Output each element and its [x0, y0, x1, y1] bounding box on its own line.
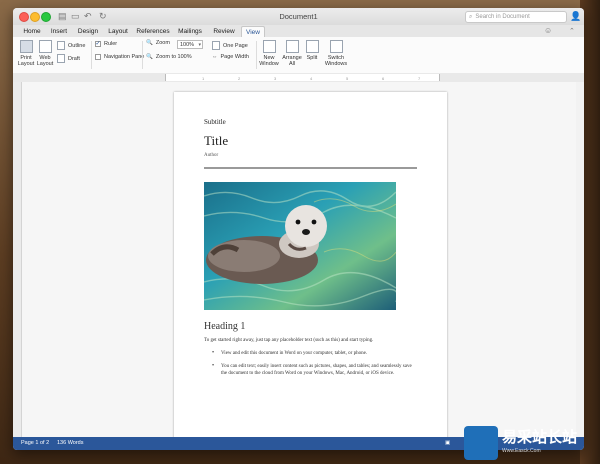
tab-mailings[interactable]: Mailings	[175, 26, 205, 37]
ribbon-separator	[256, 41, 257, 69]
document-canvas[interactable]: Subtitle Title Author Heading 1 To get s…	[22, 82, 576, 450]
share-user-icon[interactable]: 👤	[570, 11, 581, 22]
arrange-all-icon	[285, 40, 299, 53]
page-width-button[interactable]: ⇔ Page Width	[212, 54, 249, 60]
zoom-100-icon: 🔍	[146, 54, 153, 60]
chevron-down-icon: ▾	[198, 42, 201, 48]
document-page[interactable]: Subtitle Title Author Heading 1 To get s…	[174, 92, 447, 450]
ribbon-separator	[142, 41, 143, 69]
watermark-logo: 易采站长站 Www.Easck.Com	[464, 422, 600, 464]
title-divider	[204, 167, 417, 169]
watermark-url: Www.Easck.Com	[502, 448, 541, 454]
doc-bullet-list: View and edit this document in Word on y…	[212, 350, 417, 383]
ruler-tick: 7	[418, 76, 421, 81]
ruler-tick: 3	[274, 76, 277, 81]
print-layout-icon	[19, 40, 33, 53]
search-placeholder: Search in Document	[475, 14, 530, 20]
draft-icon	[57, 54, 65, 63]
tab-layout[interactable]: Layout	[106, 26, 130, 37]
doc-subtitle[interactable]: Subtitle	[204, 118, 226, 126]
word-count[interactable]: 136 Words	[57, 440, 84, 446]
one-page-icon	[212, 41, 220, 50]
zoom-to-100-button[interactable]: 🔍 Zoom to 100%	[146, 54, 192, 60]
tab-design[interactable]: Design	[76, 26, 100, 37]
ruler-tick: 1	[202, 76, 205, 81]
zoom-level-select[interactable]: 100% ▾	[177, 40, 203, 49]
watermark-badge-icon	[464, 426, 498, 460]
ruler-checkbox[interactable]: ✓ Ruler	[95, 41, 117, 47]
doc-body-paragraph[interactable]: To get started right away, just tap any …	[204, 337, 419, 344]
page-width-icon: ⇔	[212, 54, 218, 60]
vertical-scrollbar[interactable]	[576, 82, 584, 437]
word-window: ▤ ▭ ↶ ↻ Document1 ⌕ Search in Document 👤…	[13, 8, 584, 450]
switch-windows-button[interactable]: Switch Windows	[323, 40, 349, 67]
doc-title[interactable]: Title	[204, 133, 228, 149]
tab-references[interactable]: References	[136, 26, 170, 37]
list-item[interactable]: View and edit this document in Word on y…	[212, 350, 417, 357]
doc-heading-1[interactable]: Heading 1	[204, 321, 245, 332]
sea-otter-photo[interactable]	[204, 182, 396, 310]
one-page-button[interactable]: One Page	[212, 41, 248, 50]
ribbon-separator	[91, 41, 92, 69]
outline-view-button[interactable]: Outline	[57, 41, 85, 50]
zoom-button[interactable]: 🔍 Zoom	[146, 40, 170, 46]
watermark-brand: 易采站长站	[502, 428, 578, 446]
doc-author[interactable]: Author	[204, 153, 218, 158]
switch-windows-icon	[329, 40, 343, 53]
feedback-smiley-icon[interactable]: ☺	[544, 26, 552, 35]
ribbon-tab-bar: Home Insert Design Layout References Mai…	[13, 25, 584, 38]
view-ribbon: Print Layout Web Layout Outline Draft ✓ …	[13, 37, 584, 74]
title-bar: ▤ ▭ ↶ ↻ Document1 ⌕ Search in Document 👤	[13, 8, 584, 25]
print-layout-status-icon[interactable]: ▣	[445, 440, 450, 446]
checkmark-icon: ✓	[95, 41, 101, 47]
web-layout-icon	[38, 40, 52, 53]
collapse-ribbon-icon[interactable]: ⌃	[569, 27, 575, 35]
zoom-magnifier-icon: 🔍	[146, 40, 153, 46]
print-layout-button[interactable]: Print Layout	[17, 40, 35, 67]
split-icon	[305, 40, 319, 53]
search-document-field[interactable]: ⌕ Search in Document	[465, 11, 567, 23]
empty-checkbox-icon	[95, 54, 101, 60]
navigation-pane-checkbox[interactable]: Navigation Pane	[95, 54, 144, 60]
ruler-tick: 5	[346, 76, 349, 81]
ruler-tick: 4	[310, 76, 313, 81]
list-item[interactable]: You can edit text; easily insert content…	[212, 363, 417, 377]
split-button[interactable]: Split	[303, 40, 321, 61]
ruler-tick: 6	[382, 76, 385, 81]
vertical-ruler[interactable]	[13, 82, 22, 437]
tab-review[interactable]: Review	[211, 26, 237, 37]
ruler-page-area: 1 2 3 4 5 6 7	[165, 74, 440, 81]
draft-view-button[interactable]: Draft	[57, 54, 80, 63]
tab-home[interactable]: Home	[21, 26, 43, 37]
new-window-icon	[262, 40, 276, 53]
web-layout-button[interactable]: Web Layout	[36, 40, 54, 67]
ruler-tick: 2	[238, 76, 241, 81]
tab-insert[interactable]: Insert	[48, 26, 70, 37]
outline-icon	[57, 41, 65, 50]
arrange-all-button[interactable]: Arrange All	[281, 40, 303, 67]
new-window-button[interactable]: New Window	[258, 40, 280, 67]
page-count[interactable]: Page 1 of 2	[21, 440, 49, 446]
search-icon: ⌕	[469, 13, 473, 20]
